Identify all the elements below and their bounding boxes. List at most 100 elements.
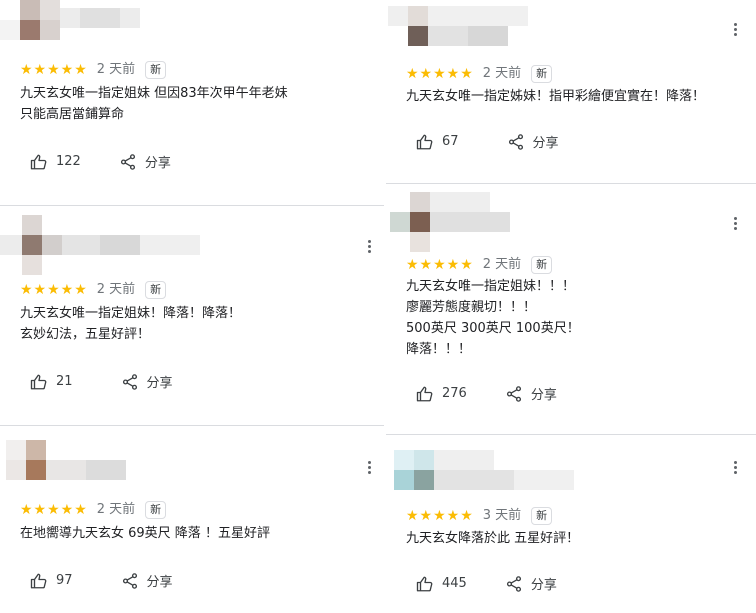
star-rating: ★★★★★ <box>406 508 474 524</box>
review-text: 九天玄女唯一指定姐妹！！！ 廖麗芳態度親切！！！ 500英尺 300英尺 100… <box>406 276 746 360</box>
like-button[interactable]: 276 <box>416 385 467 403</box>
share-icon <box>120 153 135 170</box>
rating-row: ★★★★★ 2 天前 新 <box>406 256 553 274</box>
share-label: 分享 <box>530 578 557 593</box>
rating-row: ★★★★★ 2 天前 新 <box>20 501 167 519</box>
new-badge: 新 <box>145 501 167 519</box>
more-options-button[interactable] <box>726 216 744 234</box>
star-rating: ★★★★★ <box>20 502 88 518</box>
share-icon <box>508 133 523 150</box>
review-text: 九天玄女唯一指定姐妹！降落！降落！ 玄妙幻法，五星好評！ <box>20 303 374 345</box>
review-time: 3 天前 <box>482 508 522 523</box>
like-button[interactable]: 21 <box>30 373 73 391</box>
like-button[interactable]: 67 <box>416 133 459 151</box>
new-badge: 新 <box>145 61 167 79</box>
like-count: 97 <box>56 573 73 588</box>
star-rating: ★★★★★ <box>20 282 88 298</box>
more-options-button[interactable] <box>726 22 744 40</box>
new-badge: 新 <box>531 65 553 83</box>
review-text: 在地嚮導九天玄女 69英尺 降落 ！五星好評 <box>20 523 374 544</box>
thumb-up-icon <box>30 374 47 389</box>
more-vert-icon <box>726 461 744 474</box>
thumb-up-icon <box>416 386 433 401</box>
card-divider <box>0 425 384 426</box>
like-count: 21 <box>56 374 73 389</box>
like-button[interactable]: 445 <box>416 575 467 593</box>
review-time: 2 天前 <box>96 62 136 77</box>
card-divider <box>0 205 384 206</box>
review-text-line: 玄妙幻法，五星好評！ <box>20 327 151 342</box>
review-text-line: 九天玄女唯一指定姐妹！降落！降落！ <box>20 306 242 321</box>
share-button[interactable]: 分享 <box>119 152 171 171</box>
rating-row: ★★★★★ 2 天前 新 <box>406 65 553 83</box>
like-button[interactable]: 97 <box>30 572 73 590</box>
more-options-button[interactable] <box>360 239 378 257</box>
review-text-line: 在地嚮導九天玄女 69英尺 降落 ！五星好評 <box>20 526 270 541</box>
review-actions: 21 分享 <box>30 372 173 391</box>
review-actions: 276 分享 <box>416 384 557 403</box>
review-text: 九天玄女唯一指定姐妹 但因83年次甲午年老妹 只能高居當鋪算命 <box>20 83 374 125</box>
thumb-up-icon <box>416 576 433 591</box>
more-options-button[interactable] <box>360 460 378 478</box>
review-card: ★★★★★ 3 天前 新 九天玄女降落於此 五星好評！ 445 分享 <box>386 440 756 613</box>
review-time: 2 天前 <box>482 257 522 272</box>
review-text-line: 只能高居當鋪算命 <box>20 107 125 122</box>
review-text-line: 九天玄女降落於此 五星好評！ <box>406 531 580 546</box>
review-actions: 67 分享 <box>416 132 559 151</box>
review-card: ★★★★★ 2 天前 新 九天玄女唯一指定姐妹！！！ 廖麗芳態度親切！！！ 50… <box>386 190 756 434</box>
rating-row: ★★★★★ 2 天前 新 <box>20 61 167 79</box>
share-icon <box>506 385 521 402</box>
thumb-up-icon <box>30 573 47 588</box>
review-text-line: 廖麗芳態度親切！！！ <box>406 300 537 315</box>
new-badge: 新 <box>531 256 553 274</box>
more-options-button[interactable] <box>726 460 744 478</box>
review-text-line: 降落！！！ <box>406 342 472 357</box>
review-text-line: 九天玄女唯一指定姐妹！！！ <box>406 279 576 294</box>
share-icon <box>122 572 137 589</box>
share-label: 分享 <box>532 136 559 151</box>
share-button[interactable]: 分享 <box>505 384 557 403</box>
review-card: ★★★★★ 2 天前 新 九天玄女唯一指定姐妹 但因83年次甲午年老妹 只能高居… <box>0 0 384 205</box>
card-divider <box>386 183 756 184</box>
like-count: 276 <box>442 386 467 401</box>
share-button[interactable]: 分享 <box>507 132 559 151</box>
review-actions: 445 分享 <box>416 574 557 593</box>
review-text-line: 500英尺 300英尺 100英尺！ <box>406 321 580 336</box>
star-rating: ★★★★★ <box>406 66 474 82</box>
share-icon <box>506 575 521 592</box>
share-button[interactable]: 分享 <box>121 372 173 391</box>
review-time: 2 天前 <box>96 502 136 517</box>
review-card: ★★★★★ 2 天前 新 九天玄女唯一指定姐妹！降落！降落！ 玄妙幻法，五星好評… <box>0 213 384 425</box>
like-button[interactable]: 122 <box>30 153 81 171</box>
more-vert-icon <box>360 461 378 474</box>
share-icon <box>122 373 137 390</box>
more-vert-icon <box>360 240 378 253</box>
review-card: ★★★★★ 2 天前 新 九天玄女唯一指定姊妹！指甲彩繪便宜實在！降落！ 67 … <box>386 0 756 183</box>
new-badge: 新 <box>531 507 553 525</box>
star-rating: ★★★★★ <box>20 62 88 78</box>
share-button[interactable]: 分享 <box>121 571 173 590</box>
share-label: 分享 <box>146 376 173 391</box>
share-label: 分享 <box>530 388 557 403</box>
review-time: 2 天前 <box>96 282 136 297</box>
review-text-line: 九天玄女唯一指定姐妹 但因83年次甲午年老妹 <box>20 86 288 101</box>
thumb-up-icon <box>416 134 433 149</box>
review-text: 九天玄女唯一指定姊妹！指甲彩繪便宜實在！降落！ <box>406 86 746 107</box>
rating-row: ★★★★★ 2 天前 新 <box>20 281 167 299</box>
review-text-line: 九天玄女唯一指定姊妹！指甲彩繪便宜實在！降落！ <box>406 89 706 104</box>
share-button[interactable]: 分享 <box>505 574 557 593</box>
rating-row: ★★★★★ 3 天前 新 <box>406 507 553 525</box>
like-count: 122 <box>56 154 81 169</box>
more-vert-icon <box>726 23 744 36</box>
more-vert-icon <box>726 217 744 230</box>
like-count: 67 <box>442 134 459 149</box>
review-time: 2 天前 <box>482 66 522 81</box>
share-label: 分享 <box>146 575 173 590</box>
card-divider <box>386 434 756 435</box>
review-text: 九天玄女降落於此 五星好評！ <box>406 528 746 549</box>
review-actions: 97 分享 <box>30 571 173 590</box>
review-card: ★★★★★ 2 天前 新 在地嚮導九天玄女 69英尺 降落 ！五星好評 97 分… <box>0 430 384 613</box>
star-rating: ★★★★★ <box>406 257 474 273</box>
new-badge: 新 <box>145 281 167 299</box>
share-label: 分享 <box>144 156 171 171</box>
